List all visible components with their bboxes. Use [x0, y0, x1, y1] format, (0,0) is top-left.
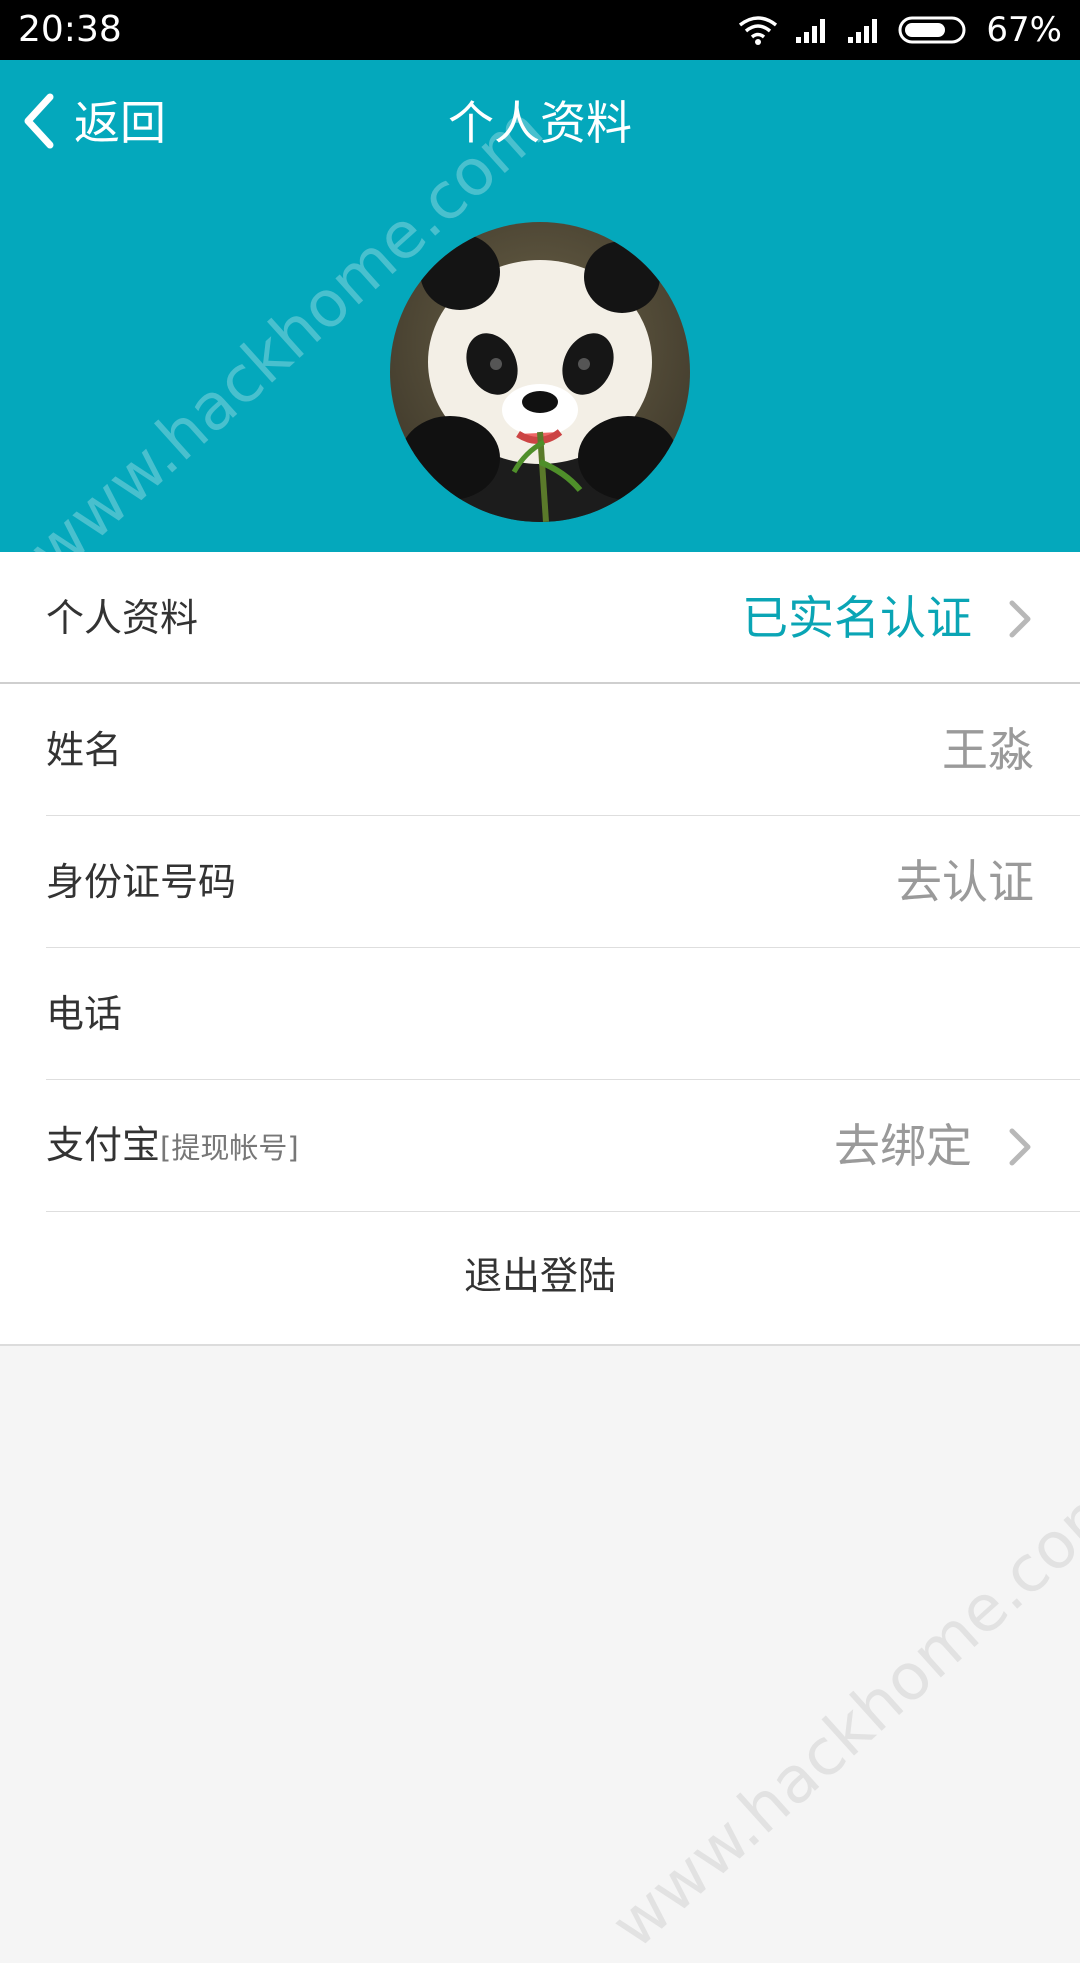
page-title: 个人资料 [448, 96, 632, 150]
battery-icon [898, 15, 970, 45]
wifi-icon [738, 15, 778, 45]
verification-status: 已实名认证 [742, 591, 972, 645]
row-label: 姓名 [46, 728, 123, 772]
alipay-label: 支付宝 [46, 1122, 161, 1167]
alipay-bind-link: 去绑定 [834, 1119, 972, 1173]
id-number-row[interactable]: 身份证号码 去认证 [0, 816, 1080, 948]
battery-percent: 67% [986, 10, 1062, 50]
verification-row[interactable]: 个人资料 已实名认证 [0, 552, 1080, 684]
avatar[interactable] [390, 222, 690, 522]
chevron-right-icon [1000, 597, 1040, 641]
watermark: www.hackhome.com [598, 1465, 1080, 1963]
status-time: 20:38 [18, 9, 122, 50]
signal-icon [846, 15, 882, 45]
row-label: 电话 [46, 992, 123, 1036]
status-bar: 20:38 67% [0, 0, 1080, 60]
status-icons: 67% [738, 8, 1062, 52]
row-label: 支付宝[提现帐号] [46, 1079, 299, 1214]
phone-row[interactable]: 电话 [0, 948, 1080, 1080]
logout-button[interactable]: 退出登陆 [0, 1212, 1080, 1346]
name-row[interactable]: 姓名 王淼 [0, 684, 1080, 816]
chevron-right-icon [1000, 1125, 1040, 1169]
alipay-sublabel: [提现帐号] [160, 1130, 299, 1165]
alipay-row[interactable]: 支付宝[提现帐号] 去绑定 [0, 1080, 1080, 1212]
name-value: 王淼 [942, 723, 1034, 777]
profile-header: 返回 个人资料 www.hackhome.com [0, 60, 1080, 590]
profile-settings-list: 个人资料 已实名认证 姓名 王淼 身份证号码 去认证 电话 支付宝[提现帐号] … [0, 552, 1080, 1346]
panda-avatar-image [390, 222, 690, 522]
row-label: 身份证号码 [46, 860, 237, 904]
signal-icon [794, 15, 830, 45]
row-label: 个人资料 [46, 596, 199, 640]
id-verify-link[interactable]: 去认证 [896, 816, 1034, 948]
